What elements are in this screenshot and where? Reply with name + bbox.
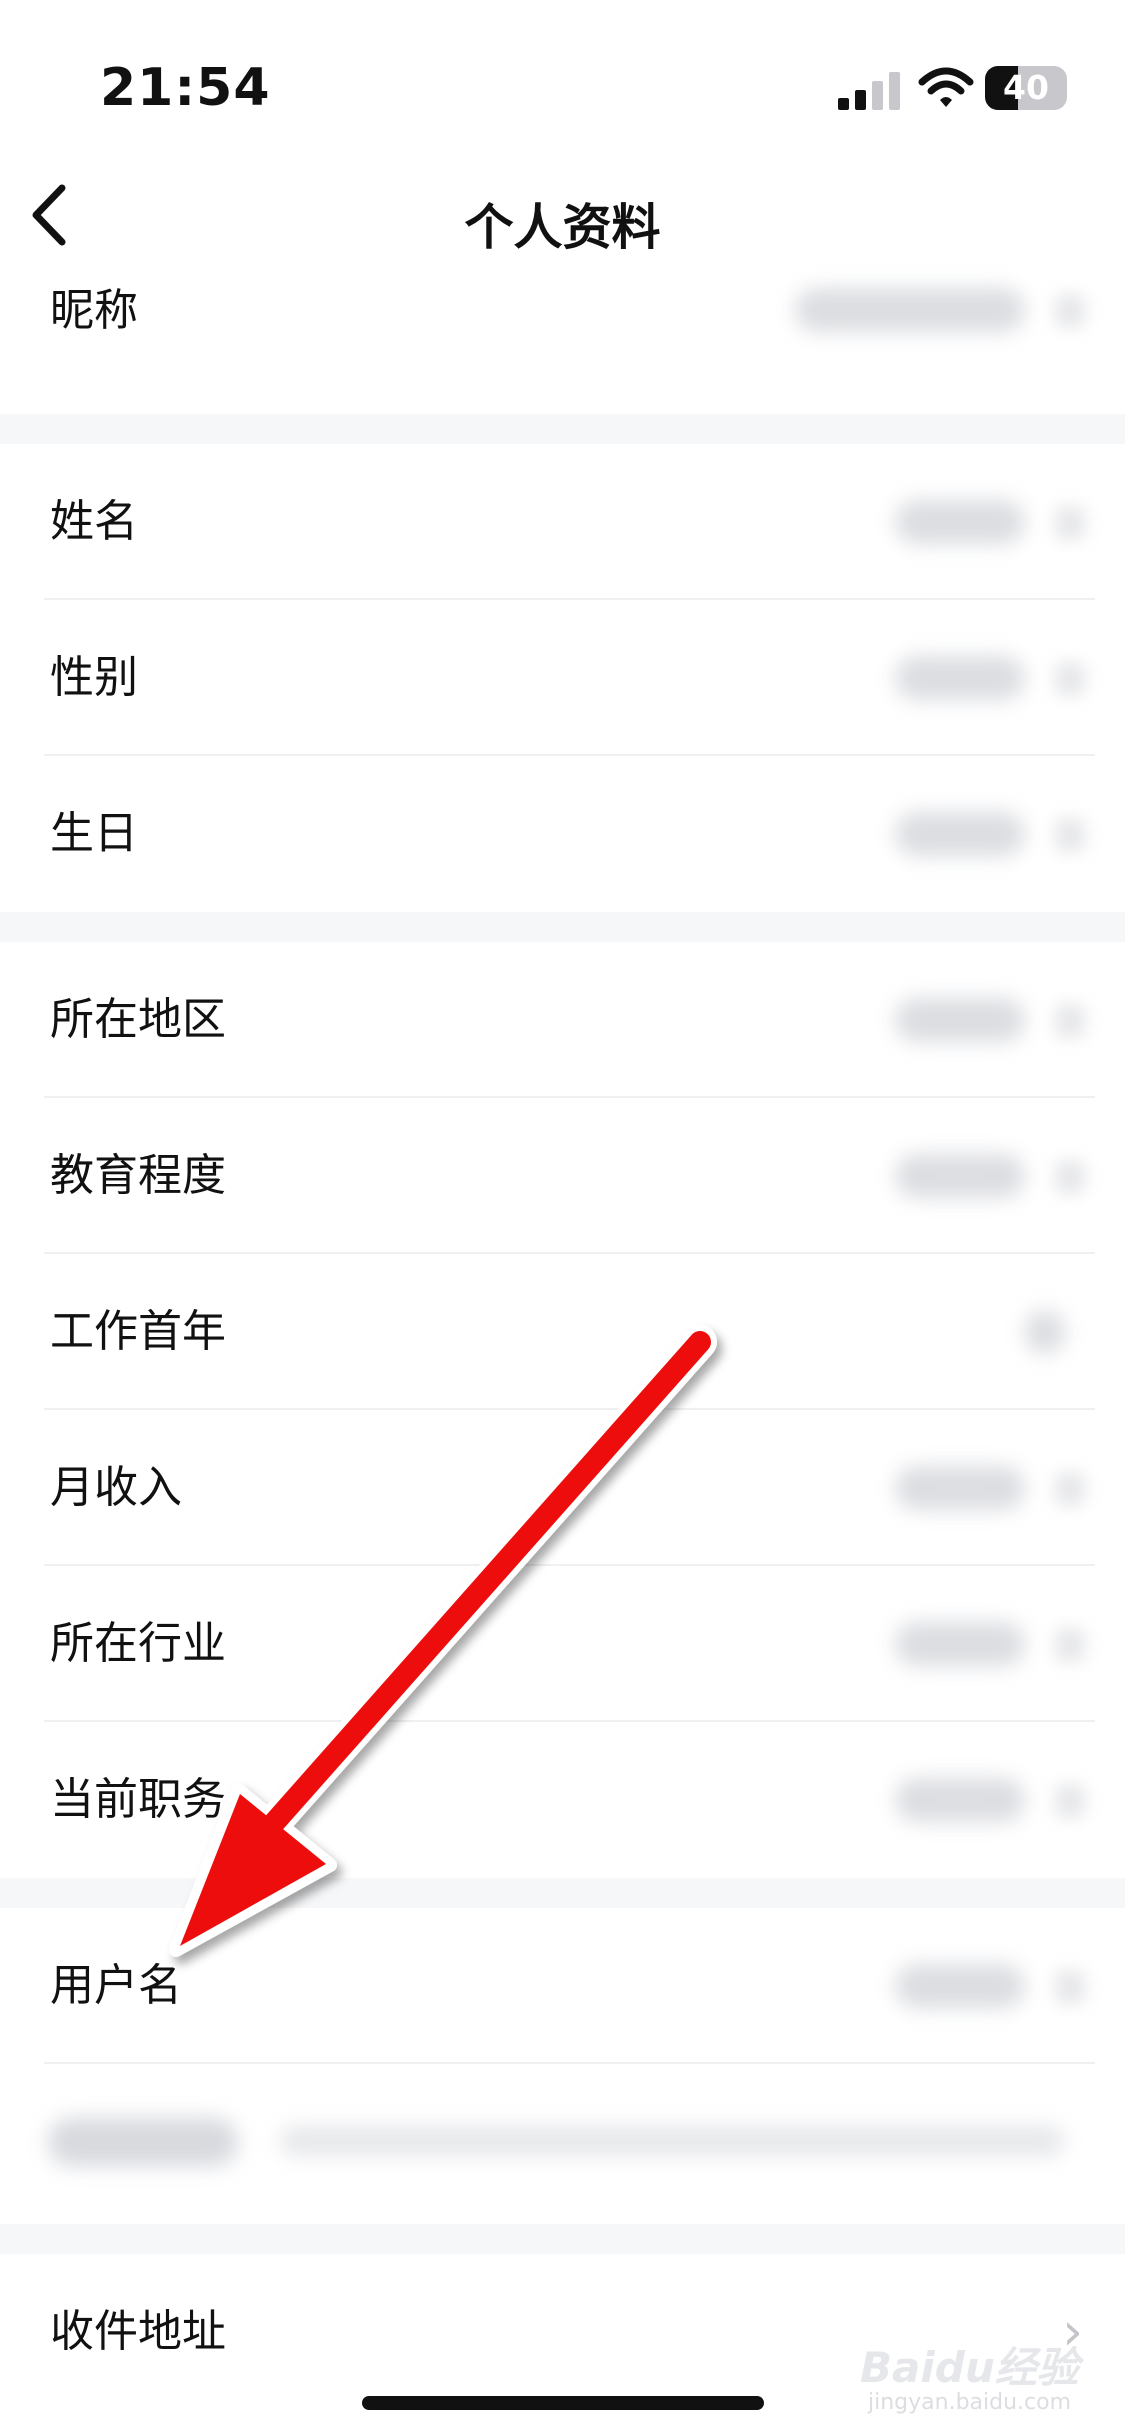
row-label: 昵称 (50, 285, 138, 336)
row-label: 所在地区 (50, 994, 226, 1045)
redacted-value (895, 1466, 1025, 1510)
row-label: 用户名 (50, 1960, 182, 2011)
section-gap (0, 2224, 1125, 2254)
redacted-value (895, 812, 1025, 856)
row-monthly-income[interactable]: 月收入 (0, 1410, 1125, 1566)
chevron-right-icon (1055, 1628, 1085, 1662)
home-indicator[interactable] (362, 2396, 764, 2410)
chevron-right-icon (1055, 1160, 1085, 1194)
watermark-subtext: jingyan.baidu.com (868, 2390, 1072, 2415)
redacted-value (895, 500, 1025, 544)
row-first-work-year[interactable]: 工作首年 (0, 1254, 1125, 1410)
group-basic-info: 姓名 性别 生日 (0, 444, 1125, 912)
chevron-right-icon (1055, 662, 1085, 696)
group-account: 用户名 (0, 1908, 1125, 2224)
watermark: Baidu经验 jingyan.baidu.com (860, 2320, 1080, 2415)
row-birthday[interactable]: 生日 (0, 756, 1125, 912)
redacted-value (895, 1778, 1025, 1822)
status-bar: 21:54 40 (0, 0, 1125, 150)
row-username[interactable]: 用户名 (0, 1908, 1125, 2064)
row-label: 生日 (50, 808, 138, 859)
wifi-icon (918, 67, 974, 107)
row-gender[interactable]: 性别 (0, 600, 1125, 756)
redacted-value (795, 288, 1025, 332)
redacted-value (280, 2126, 1065, 2156)
chevron-right-icon (1055, 506, 1085, 540)
group-nickname: 昵称 (0, 258, 1125, 414)
redacted-value (1025, 1310, 1065, 1354)
section-gap (0, 414, 1125, 444)
redacted-label (48, 2118, 238, 2166)
row-label: 教育程度 (50, 1150, 226, 1201)
section-gap (0, 1878, 1125, 1908)
status-time: 21:54 (100, 58, 271, 118)
redacted-value (895, 656, 1025, 700)
page-title: 个人资料 (464, 199, 661, 256)
row-name[interactable]: 姓名 (0, 444, 1125, 600)
redacted-value (895, 1154, 1025, 1198)
battery-icon: 40 (985, 66, 1067, 110)
section-gap (0, 912, 1125, 942)
row-label: 月收入 (50, 1462, 182, 1513)
cellular-signal-icon (838, 72, 900, 110)
row-region[interactable]: 所在地区 (0, 942, 1125, 1098)
chevron-right-icon (1055, 1784, 1085, 1818)
row-education[interactable]: 教育程度 (0, 1098, 1125, 1254)
chevron-right-icon (1055, 1004, 1085, 1038)
group-career-info: 所在地区 教育程度 工作首年 月收入 所在行业 当前职务 (0, 942, 1125, 1878)
chevron-right-icon (1055, 818, 1085, 852)
redacted-value (895, 1622, 1025, 1666)
chevron-right-icon (1055, 294, 1085, 328)
row-label: 性别 (50, 652, 138, 703)
watermark-text: Baidu经验 (860, 2343, 1079, 2392)
row-label: 所在行业 (50, 1618, 226, 1669)
row-label: 工作首年 (50, 1306, 226, 1357)
row-label: 当前职务 (50, 1774, 226, 1825)
row-nickname[interactable]: 昵称 (0, 258, 1125, 414)
chevron-right-icon (1055, 1472, 1085, 1506)
battery-label: 40 (1003, 68, 1049, 107)
redacted-value (895, 998, 1025, 1042)
row-label: 姓名 (50, 496, 138, 547)
row-industry[interactable]: 所在行业 (0, 1566, 1125, 1722)
row-label: 收件地址 (50, 2306, 226, 2357)
chevron-right-icon (1055, 1970, 1085, 2004)
row-current-position[interactable]: 当前职务 (0, 1722, 1125, 1878)
redacted-value (895, 1964, 1025, 2008)
row-redacted[interactable] (0, 2064, 1125, 2224)
